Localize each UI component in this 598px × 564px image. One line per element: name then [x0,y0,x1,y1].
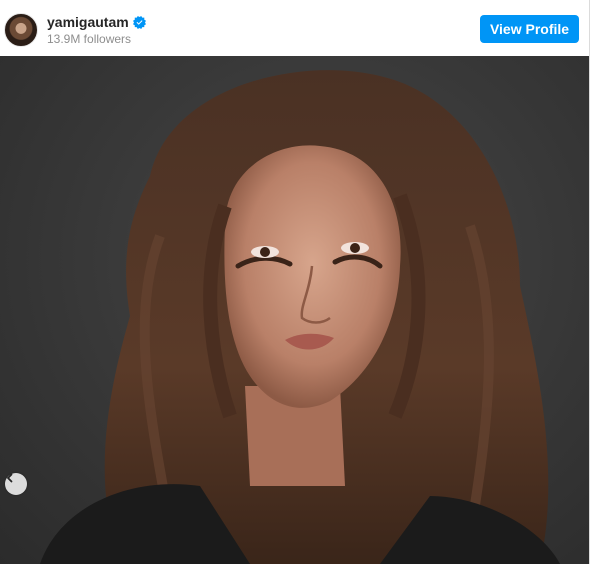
verified-badge-icon [132,15,146,29]
instagram-embed: yamigautam 13.9M followers View Profile [0,0,590,564]
username-row: yamigautam [47,14,146,30]
post-header: yamigautam 13.9M followers View Profile [0,0,590,56]
followers-count: 13.9M followers [47,32,132,46]
previous-slide-button[interactable] [5,473,27,495]
portrait-photo [40,70,560,564]
post-media[interactable] [0,56,589,564]
user-info: yamigautam 13.9M followers [47,14,146,46]
username-link[interactable]: yamigautam [47,14,129,30]
avatar[interactable] [4,13,38,47]
view-profile-button[interactable]: View Profile [480,15,579,43]
